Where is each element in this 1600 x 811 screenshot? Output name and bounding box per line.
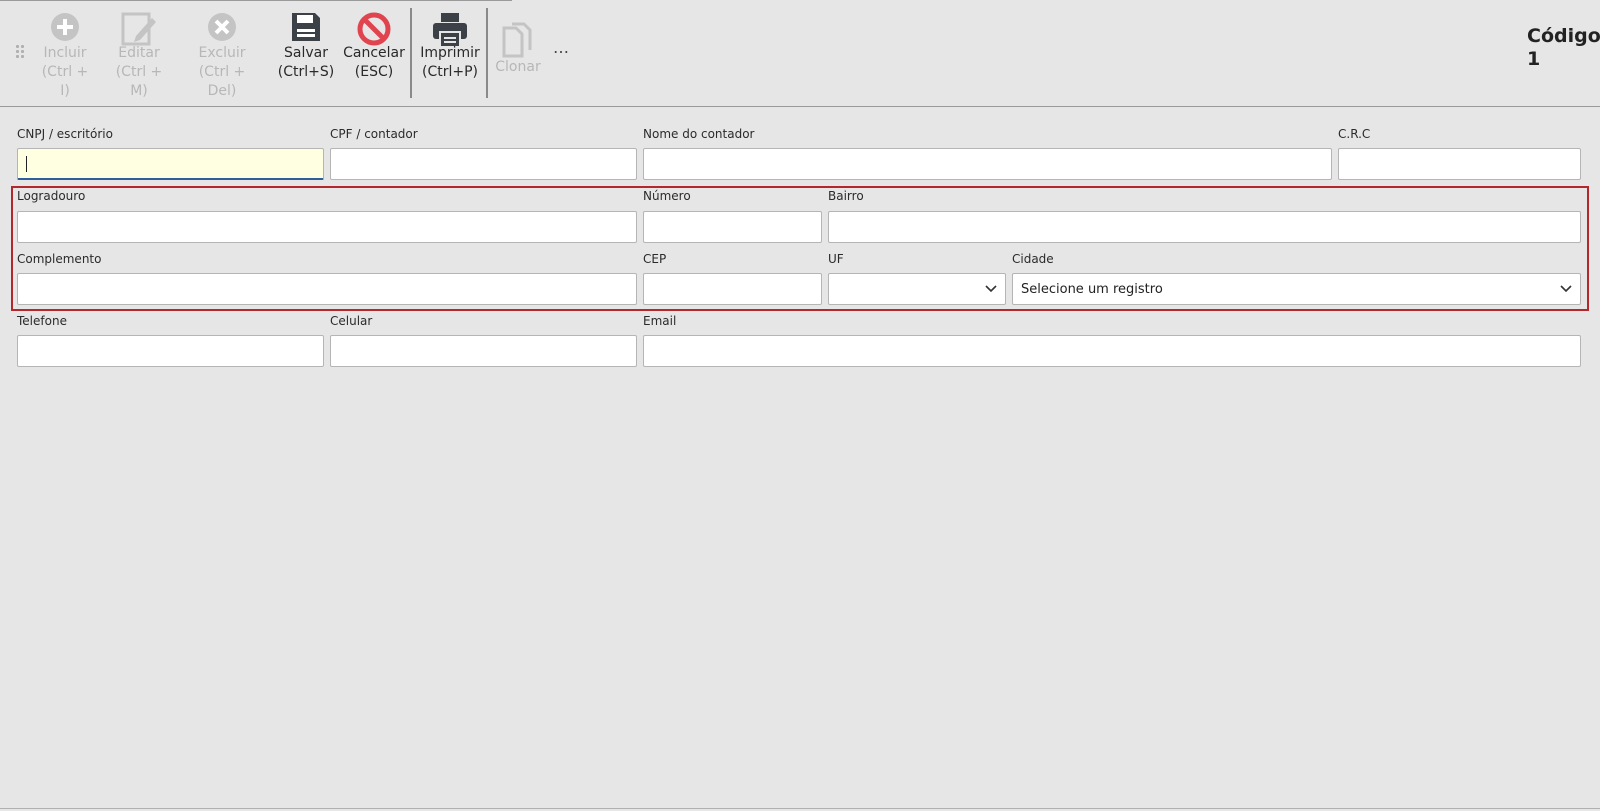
codigo-value: 1 bbox=[1527, 48, 1541, 70]
complemento-label: Complemento bbox=[17, 252, 102, 266]
cancelar-shortcut: (ESC) bbox=[354, 64, 394, 80]
logradouro-input[interactable] bbox=[17, 211, 637, 243]
chevron-down-icon bbox=[985, 285, 997, 293]
cancelar-button[interactable]: Cancelar (ESC) bbox=[342, 12, 406, 82]
crc-input[interactable] bbox=[1338, 148, 1581, 180]
complemento-input[interactable] bbox=[17, 273, 637, 305]
nome-contador-label: Nome do contador bbox=[643, 127, 755, 141]
cnpj-input[interactable] bbox=[17, 148, 324, 180]
cancel-icon bbox=[357, 12, 391, 46]
codigo-label: Código bbox=[1527, 25, 1600, 47]
imprimir-shortcut: (Ctrl+P) bbox=[421, 64, 478, 80]
clonar-label: Clonar bbox=[495, 59, 541, 75]
edit-icon bbox=[121, 12, 156, 46]
cpf-input[interactable] bbox=[330, 148, 637, 180]
toolbar-separator bbox=[486, 8, 488, 98]
cep-input[interactable] bbox=[643, 273, 822, 305]
nome-contador-input[interactable] bbox=[643, 148, 1332, 180]
printer-icon bbox=[433, 13, 467, 48]
crc-label: C.R.C bbox=[1338, 127, 1371, 141]
email-label: Email bbox=[643, 314, 677, 328]
text-caret bbox=[26, 156, 27, 172]
toolbar-separator bbox=[410, 8, 412, 98]
codigo-display: Código 1 bbox=[1527, 25, 1600, 71]
salvar-shortcut: (Ctrl+S) bbox=[277, 64, 335, 80]
clonar-button[interactable]: Clonar bbox=[494, 12, 542, 77]
telefone-label: Telefone bbox=[17, 314, 67, 328]
email-input[interactable] bbox=[643, 335, 1581, 367]
plus-circle-icon bbox=[51, 13, 79, 41]
toolbar: Incluir (Ctrl + I) Editar (Ctrl + M) Exc… bbox=[0, 0, 1600, 107]
bairro-input[interactable] bbox=[828, 211, 1581, 243]
cnpj-label: CNPJ / escritório bbox=[17, 127, 113, 141]
cep-label: CEP bbox=[643, 252, 667, 266]
chevron-down-icon bbox=[1560, 285, 1572, 293]
logradouro-label: Logradouro bbox=[17, 189, 86, 203]
bairro-label: Bairro bbox=[828, 189, 864, 203]
cancelar-label: Cancelar bbox=[343, 45, 405, 61]
uf-label: UF bbox=[828, 252, 844, 266]
cidade-label: Cidade bbox=[1012, 252, 1054, 266]
drag-handle-icon[interactable] bbox=[16, 45, 24, 59]
uf-select[interactable] bbox=[828, 273, 1006, 305]
editar-label: Editar bbox=[118, 45, 160, 61]
numero-label: Número bbox=[643, 189, 691, 203]
celular-label: Celular bbox=[330, 314, 373, 328]
cpf-label: CPF / contador bbox=[330, 127, 418, 141]
incluir-label: Incluir bbox=[43, 45, 87, 61]
save-icon bbox=[292, 13, 320, 41]
more-options-button[interactable]: … bbox=[553, 38, 570, 57]
imprimir-label: Imprimir bbox=[420, 45, 480, 61]
telefone-input[interactable] bbox=[17, 335, 324, 367]
incluir-shortcut: (Ctrl + I) bbox=[41, 64, 89, 99]
excluir-button[interactable]: Excluir (Ctrl + Del) bbox=[184, 12, 260, 101]
x-circle-icon bbox=[208, 13, 236, 41]
copy-icon bbox=[502, 22, 532, 58]
cidade-select[interactable]: Selecione um registro bbox=[1012, 273, 1581, 305]
excluir-shortcut: (Ctrl + Del) bbox=[198, 64, 246, 99]
excluir-label: Excluir bbox=[198, 45, 246, 61]
salvar-button[interactable]: Salvar (Ctrl+S) bbox=[277, 12, 335, 82]
incluir-button[interactable]: Incluir (Ctrl + I) bbox=[38, 12, 92, 101]
editar-button[interactable]: Editar (Ctrl + M) bbox=[106, 12, 172, 101]
cidade-value: Selecione um registro bbox=[1021, 281, 1163, 297]
editar-shortcut: (Ctrl + M) bbox=[115, 64, 163, 99]
numero-input[interactable] bbox=[643, 211, 822, 243]
salvar-label: Salvar bbox=[284, 45, 328, 61]
celular-input[interactable] bbox=[330, 335, 637, 367]
bottom-border-line bbox=[0, 808, 1600, 809]
imprimir-button[interactable]: Imprimir (Ctrl+P) bbox=[418, 12, 482, 82]
